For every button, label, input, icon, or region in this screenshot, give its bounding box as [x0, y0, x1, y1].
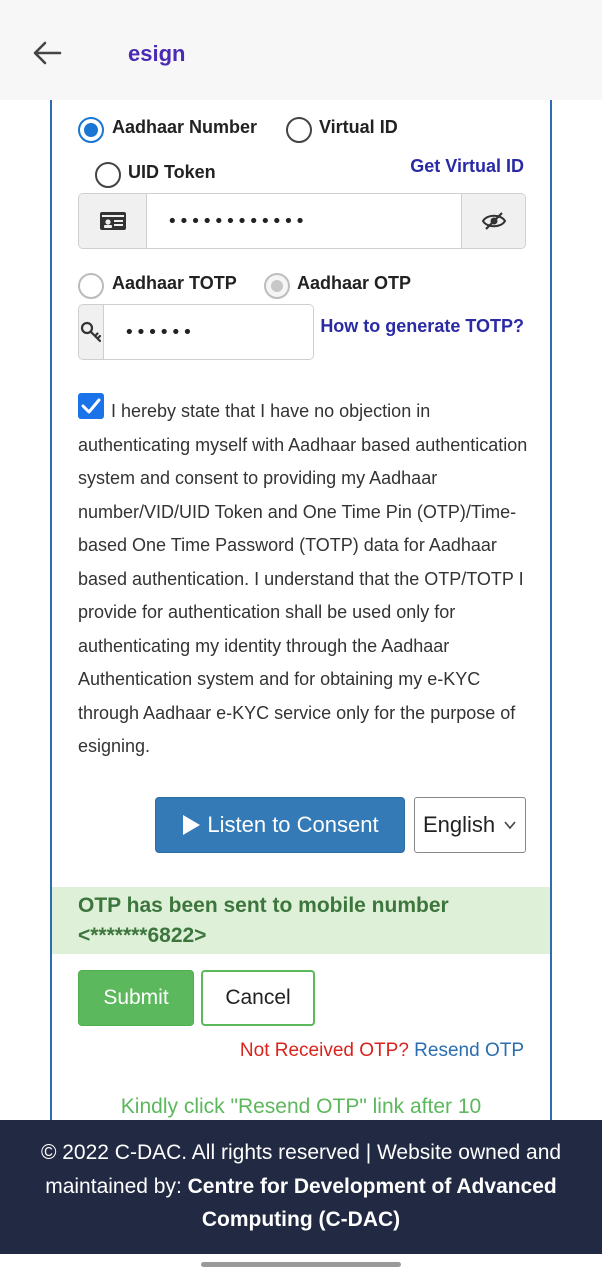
- back-button[interactable]: [28, 34, 66, 72]
- home-indicator[interactable]: [201, 1262, 401, 1267]
- app-title: esign: [128, 41, 186, 66]
- radio-virtual-id[interactable]: [286, 117, 312, 143]
- radio-uid-token-label[interactable]: UID Token: [128, 162, 216, 183]
- app-bar: esign: [0, 0, 602, 100]
- aadhaar-number-input[interactable]: [147, 194, 461, 248]
- language-selected-value: English: [423, 812, 496, 837]
- footer-org-name: Centre for Development of Advanced Compu…: [187, 1174, 557, 1232]
- eye-slash-icon: [481, 212, 506, 230]
- submit-button[interactable]: Submit: [78, 970, 194, 1026]
- resend-otp-row: Not Received OTP? Resend OTP: [240, 1040, 524, 1062]
- radio-aadhaar-number[interactable]: [78, 117, 104, 143]
- esign-form: Aadhaar Number Virtual ID UID Token Get …: [50, 100, 552, 1120]
- key-icon: [80, 321, 102, 343]
- listen-to-consent-button[interactable]: Listen to Consent: [155, 797, 405, 853]
- chevron-down-icon: [504, 821, 516, 830]
- get-virtual-id-link[interactable]: Get Virtual ID: [410, 156, 524, 177]
- resend-notice: Kindly click "Resend OTP" link after 10: [120, 1095, 482, 1118]
- language-select[interactable]: English: [414, 797, 526, 853]
- radio-aadhaar-number-label[interactable]: Aadhaar Number: [112, 117, 257, 138]
- footer: © 2022 C-DAC. All rights reserved | Webs…: [0, 1120, 602, 1254]
- toggle-visibility-button[interactable]: [461, 194, 525, 248]
- resend-otp-link[interactable]: Resend OTP: [414, 1040, 524, 1061]
- radio-uid-token[interactable]: [95, 162, 121, 188]
- otp-input-group: [78, 304, 314, 360]
- aadhaar-input-group: [78, 193, 526, 249]
- arrow-left-icon: [33, 41, 62, 65]
- radio-aadhaar-totp-label[interactable]: Aadhaar TOTP: [112, 273, 237, 294]
- listen-to-consent-label: Listen to Consent: [207, 812, 379, 837]
- otp-sent-message: OTP has been sent to mobile number: [78, 894, 449, 917]
- cancel-button[interactable]: Cancel: [201, 970, 315, 1026]
- id-card-addon: [79, 194, 147, 248]
- radio-aadhaar-otp-label[interactable]: Aadhaar OTP: [297, 273, 411, 294]
- id-card-icon: [99, 212, 126, 230]
- not-received-otp-text: Not Received OTP?: [239, 1040, 409, 1061]
- how-to-generate-totp-link[interactable]: How to generate TOTP?: [320, 316, 524, 337]
- play-icon: [183, 815, 201, 835]
- radio-virtual-id-label[interactable]: Virtual ID: [319, 117, 398, 138]
- key-addon: [79, 305, 104, 359]
- radio-aadhaar-totp[interactable]: [78, 273, 104, 299]
- otp-sent-alert: OTP has been sent to mobile number <****…: [52, 887, 550, 954]
- otp-input[interactable]: [104, 305, 313, 359]
- masked-mobile-number: <*******6822>: [78, 924, 207, 947]
- consent-text: I hereby state that I have no objection …: [78, 401, 528, 756]
- radio-aadhaar-otp[interactable]: [264, 273, 290, 299]
